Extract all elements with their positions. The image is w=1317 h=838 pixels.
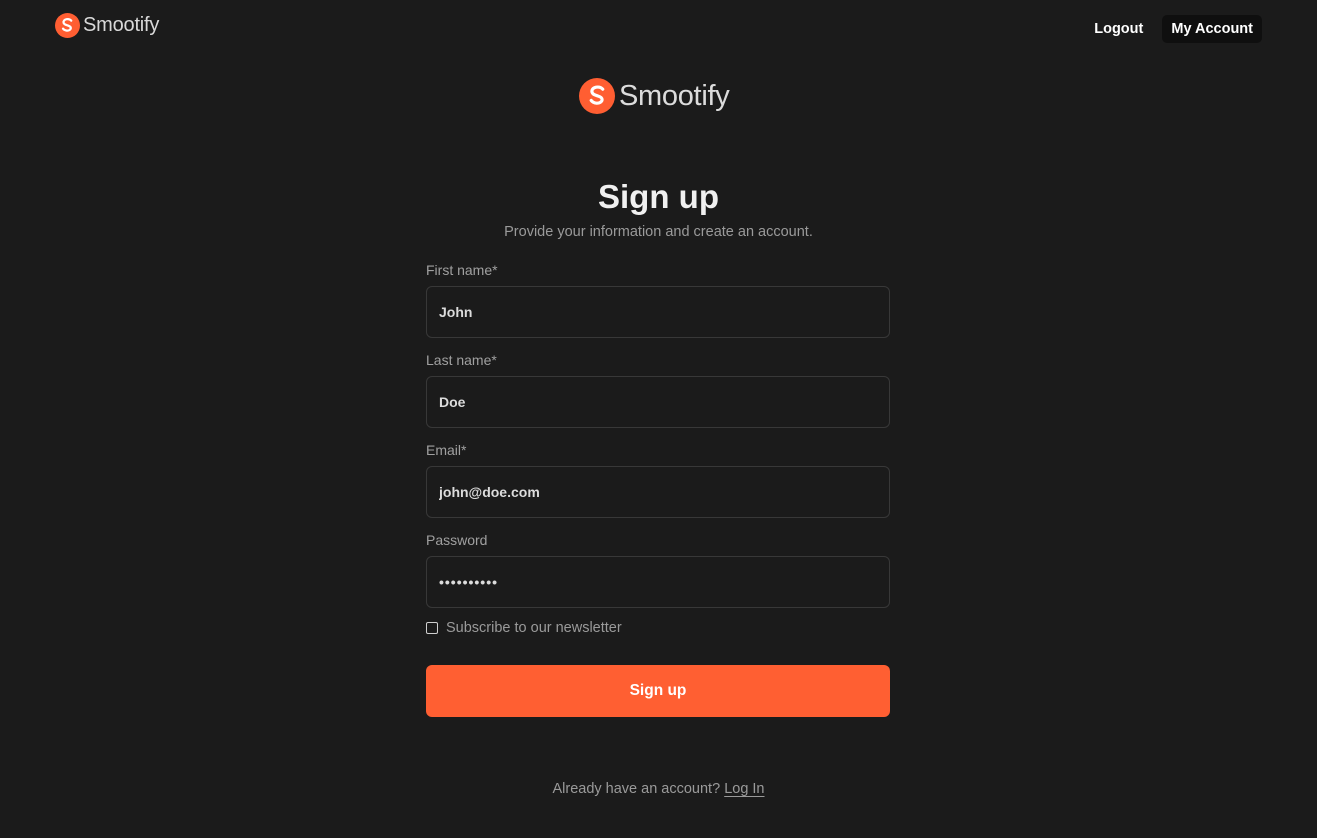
last-name-input[interactable] — [426, 376, 890, 428]
header-logo-link[interactable]: Smootify — [55, 13, 159, 38]
header-brand-name: Smootify — [83, 14, 160, 36]
newsletter-row: Subscribe to our newsletter — [426, 619, 890, 637]
last-name-field: Last name* — [426, 352, 890, 428]
login-link[interactable]: Log In — [724, 781, 764, 797]
my-account-link[interactable]: My Account — [1162, 15, 1262, 43]
center-brand-name: Smootify — [619, 79, 730, 112]
newsletter-label[interactable]: Subscribe to our newsletter — [446, 620, 622, 636]
password-label: Password — [426, 532, 488, 548]
login-prompt-text: Already have an account? — [552, 781, 721, 797]
first-name-label: First name* — [426, 262, 498, 278]
logout-link[interactable]: Logout — [1085, 15, 1152, 43]
page-subtitle: Provide your information and create an a… — [504, 224, 813, 240]
newsletter-checkbox[interactable] — [426, 622, 438, 634]
top-nav: Logout My Account — [1085, 15, 1262, 43]
password-input[interactable] — [426, 556, 890, 608]
center-logo: Smootify — [579, 78, 730, 114]
first-name-input[interactable] — [426, 286, 890, 338]
signup-button[interactable]: Sign up — [426, 665, 890, 717]
page-title: Sign up — [598, 178, 719, 215]
email-label: Email* — [426, 442, 467, 458]
email-input[interactable] — [426, 466, 890, 518]
password-field: Password — [426, 532, 890, 608]
signup-form: First name* Last name* Email* Password S… — [426, 262, 890, 717]
first-name-field: First name* — [426, 262, 890, 338]
smootify-logo-icon — [55, 13, 80, 38]
smootify-logo-icon — [579, 78, 615, 114]
email-field: Email* — [426, 442, 890, 518]
last-name-label: Last name* — [426, 352, 497, 368]
login-prompt: Already have an account? Log In — [0, 781, 1317, 797]
signup-page: Smootify Logout My Account Smootify Sign… — [0, 0, 1317, 838]
